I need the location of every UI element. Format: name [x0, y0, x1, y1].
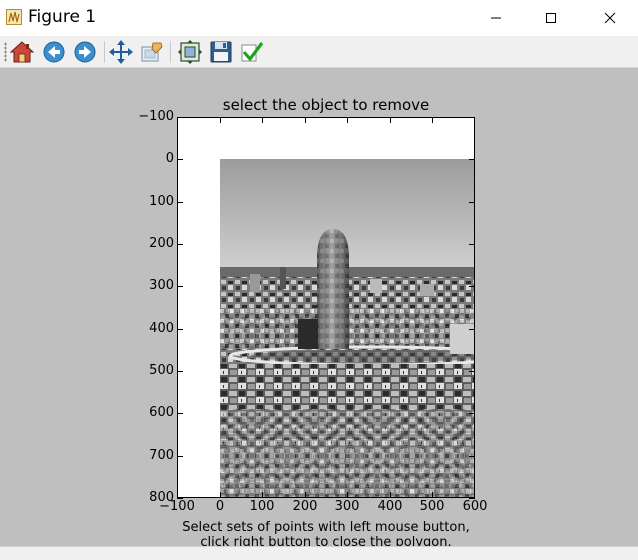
navigation-toolbar: [0, 36, 638, 68]
y-tick-mark: [177, 244, 183, 245]
y-tick-mark: [469, 244, 475, 245]
save-disk-icon: [210, 41, 232, 63]
y-tick-mark: [469, 371, 475, 372]
save-button[interactable]: [208, 39, 234, 65]
y-tick-mark: [177, 286, 183, 287]
maximize-icon: [546, 13, 556, 23]
home-button[interactable]: [9, 39, 35, 65]
y-tick-mark: [177, 202, 183, 203]
y-tick-mark: [469, 202, 475, 203]
x-tick-mark: [262, 117, 263, 123]
y-tick-label: 600: [149, 405, 174, 420]
y-tick-label: 700: [149, 448, 174, 463]
x-tick-mark: [390, 117, 391, 123]
edit-parameters-button[interactable]: [239, 39, 265, 65]
x-tick-mark: [347, 492, 348, 498]
forward-button[interactable]: [72, 39, 98, 65]
x-tick-mark: [474, 492, 475, 498]
y-tick-label: 300: [149, 278, 174, 293]
x-tick-mark: [177, 492, 178, 498]
y-tick-label: 500: [149, 363, 174, 378]
instruction-caption-line-1: Select sets of points with left mouse bu…: [182, 520, 470, 535]
window-title: Figure 1: [28, 7, 97, 27]
x-tick-mark: [347, 117, 348, 123]
y-tick-mark: [469, 456, 475, 457]
window-titlebar: Figure 1: [0, 0, 638, 36]
back-arrow-icon: [43, 41, 65, 63]
maximize-button[interactable]: [528, 0, 574, 36]
x-tick-label: 600: [462, 499, 488, 514]
axes[interactable]: [177, 117, 475, 498]
y-tick-label: 100: [149, 194, 174, 209]
grayscale-photo-city-skyline-tower: [220, 159, 474, 497]
y-tick-label: 200: [149, 236, 174, 251]
y-tick-mark: [469, 413, 475, 414]
matplotlib-figure-icon: [6, 9, 22, 25]
close-icon: [604, 12, 616, 24]
forward-arrow-icon: [74, 41, 96, 63]
x-tick-mark: [474, 117, 475, 123]
x-tick-mark: [262, 492, 263, 498]
subplots-button[interactable]: [177, 39, 203, 65]
y-tick-mark: [177, 456, 183, 457]
x-tick-mark: [432, 117, 433, 123]
close-button[interactable]: [587, 0, 633, 36]
pan-button[interactable]: [108, 39, 134, 65]
status-bar: [0, 546, 638, 560]
y-tick-label: 400: [149, 321, 174, 336]
back-button[interactable]: [41, 39, 67, 65]
x-tick-mark: [220, 492, 221, 498]
y-tick-mark: [177, 329, 183, 330]
y-tick-mark: [177, 413, 183, 414]
home-icon: [9, 41, 35, 63]
pan-arrows-icon: [109, 40, 133, 64]
x-tick-mark: [432, 492, 433, 498]
x-tick-mark: [390, 492, 391, 498]
checkmark-icon: [241, 42, 264, 62]
x-tick-mark: [220, 117, 221, 123]
y-tick-mark: [177, 159, 183, 160]
configure-subplots-icon: [178, 40, 202, 64]
figure-canvas[interactable]: select the object to remove Select sets …: [0, 68, 638, 550]
plot-title: select the object to remove: [222, 96, 430, 114]
y-tick-mark: [469, 286, 475, 287]
toolbar-separator: [104, 41, 105, 63]
x-tick-mark: [177, 117, 178, 123]
y-tick-mark: [469, 159, 475, 160]
toolbar-grip[interactable]: [4, 42, 7, 62]
x-tick-mark: [305, 492, 306, 498]
y-tick-mark: [177, 371, 183, 372]
y-tick-label: 0: [165, 151, 174, 166]
toolbar-separator: [170, 41, 171, 63]
y-tick-label: −100: [138, 109, 174, 124]
y-tick-mark: [469, 329, 475, 330]
minimize-button[interactable]: [473, 0, 519, 36]
minimize-icon: [491, 17, 501, 19]
x-tick-mark: [305, 117, 306, 123]
zoom-rect-icon: [141, 42, 163, 62]
zoom-button[interactable]: [139, 39, 165, 65]
